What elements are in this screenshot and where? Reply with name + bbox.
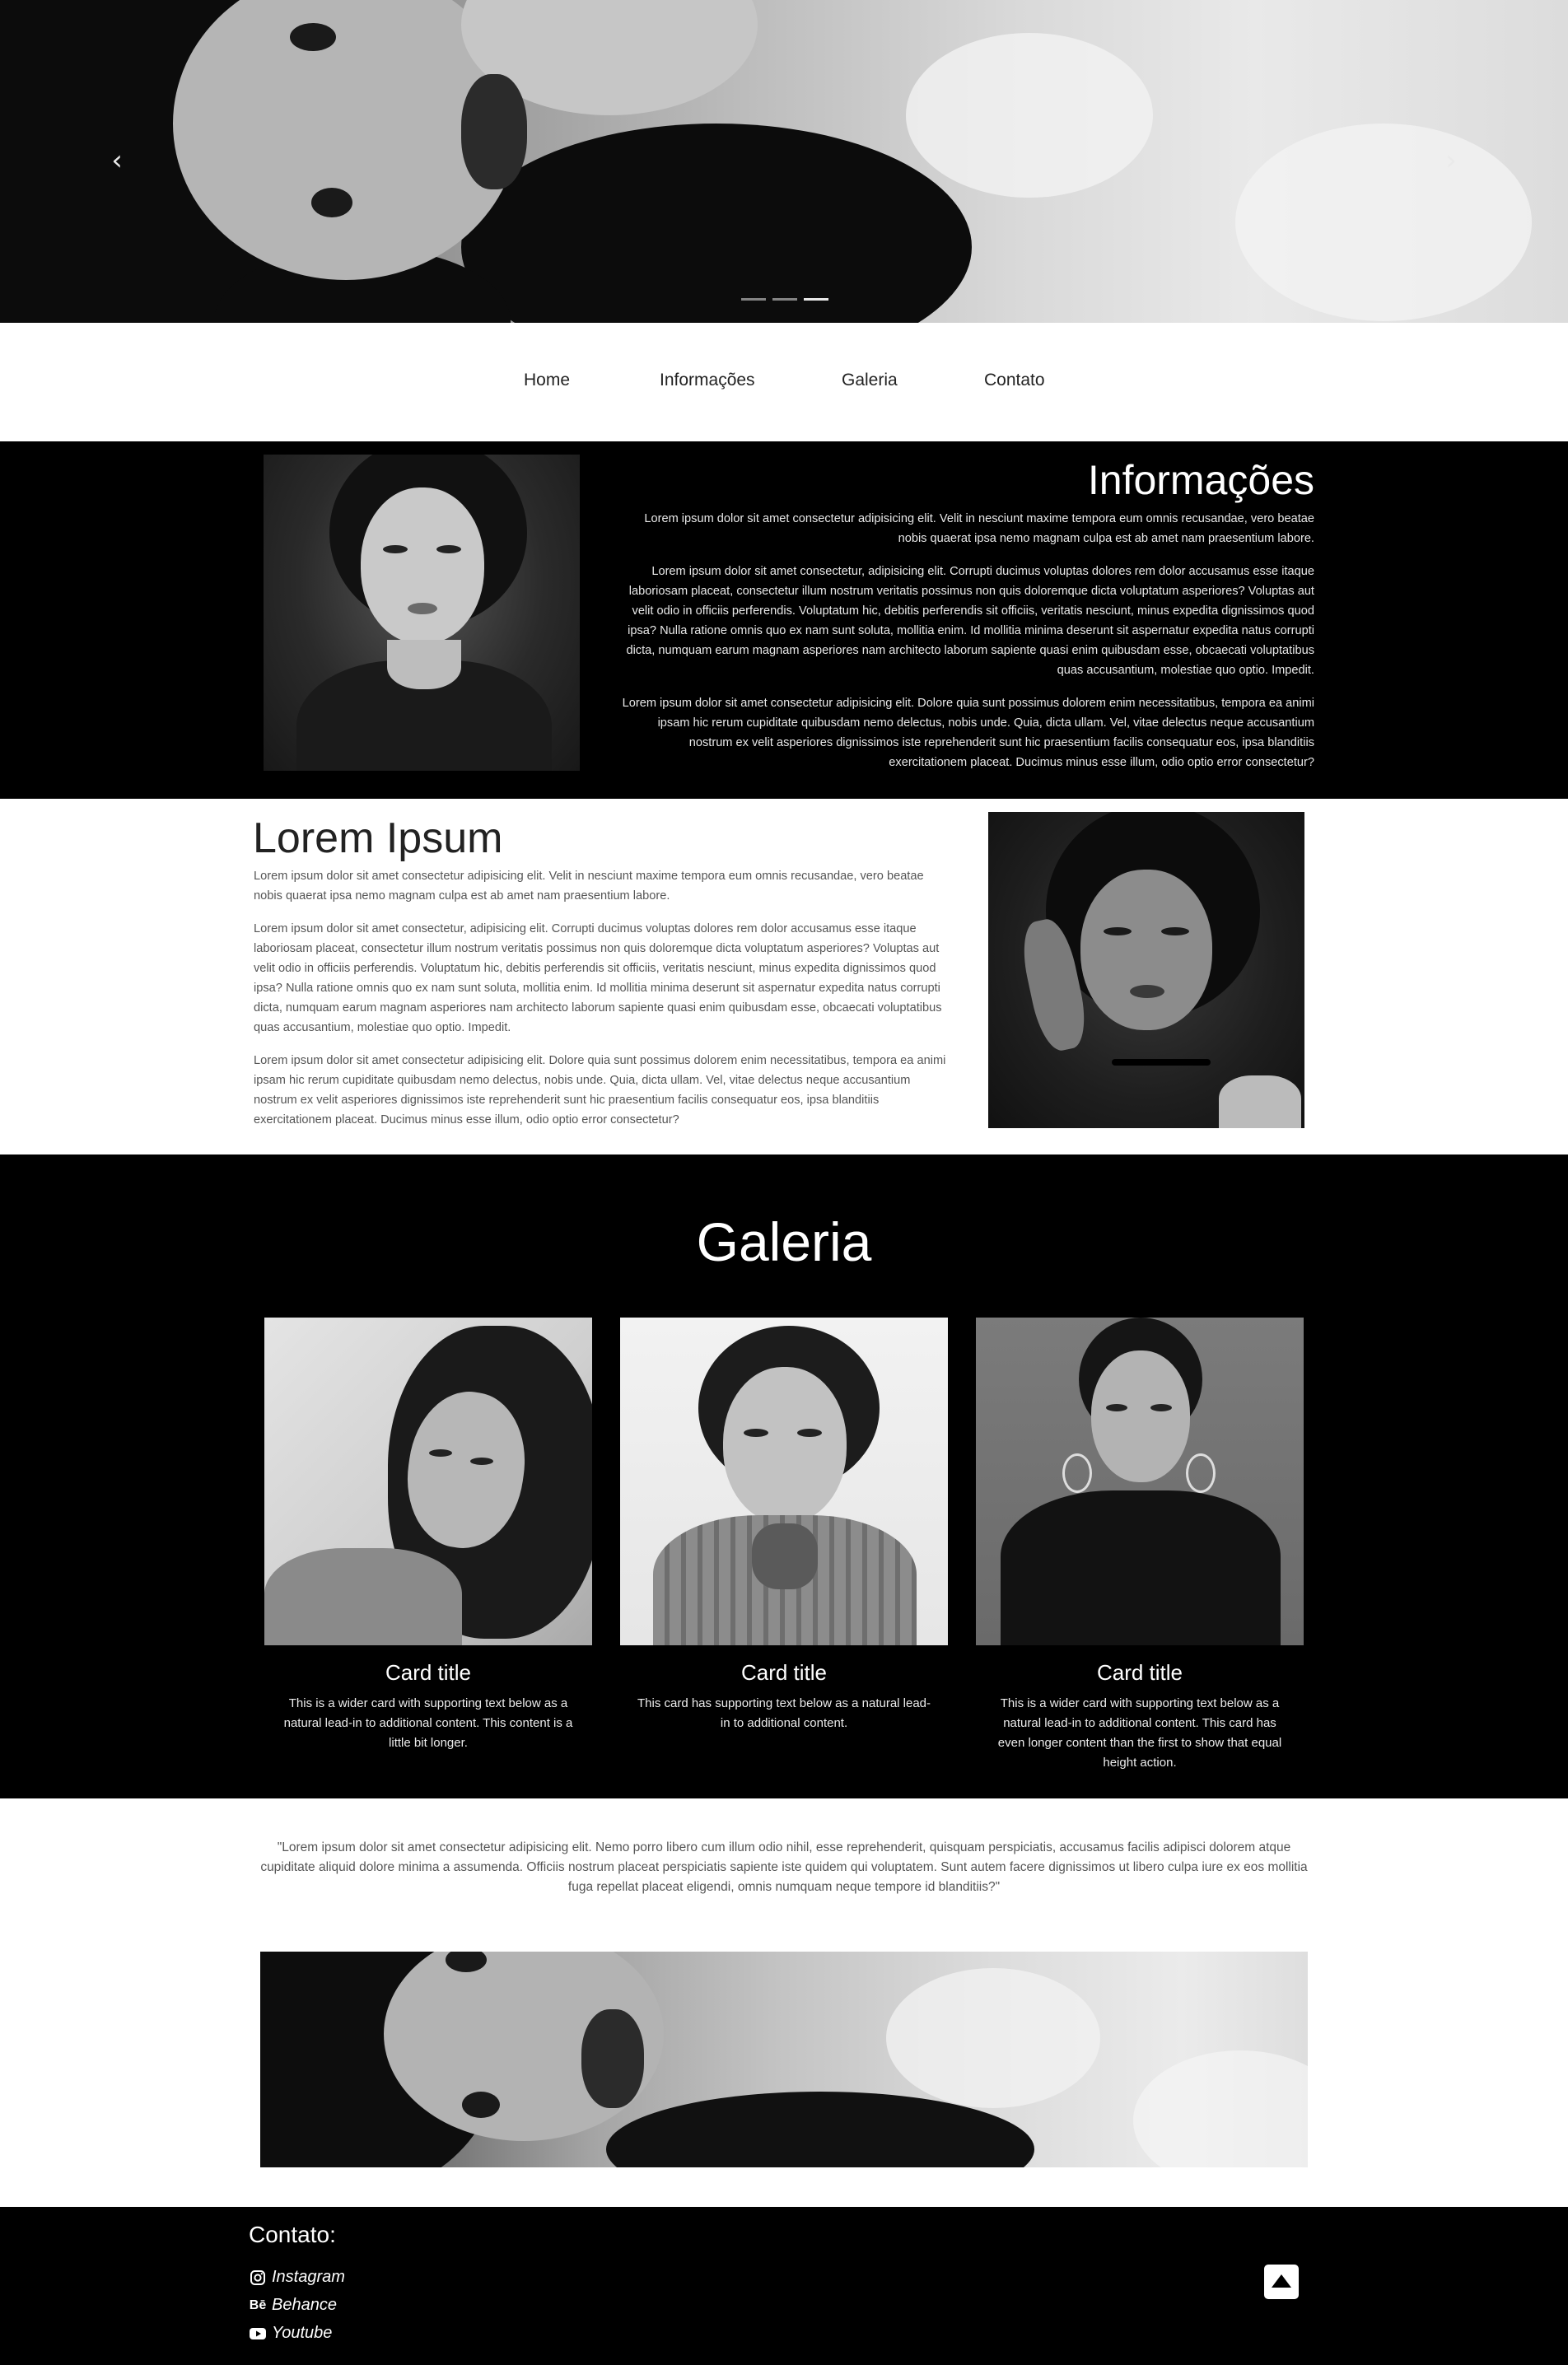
gallery-card-title: Card title (1096, 1660, 1183, 1685)
carousel-indicators (741, 298, 828, 301)
carousel-indicator-1[interactable] (741, 298, 766, 301)
chevron-right-icon: › (1445, 144, 1457, 177)
gallery-card-text: This is a wider card with supporting tex… (997, 1696, 1282, 1770)
nav-home[interactable]: Home (524, 371, 570, 390)
gallery-card-title: Card title (385, 1660, 472, 1685)
lorem-portrait-image (988, 812, 1304, 1128)
info-text: Lorem ipsum dolor sit amet consectetur a… (616, 509, 1314, 786)
carousel-next-button[interactable]: › (1435, 144, 1468, 177)
quote-text: "Lorem ipsum dolor sit amet consectetur … (260, 1840, 1308, 1894)
info-title: Informações (1087, 457, 1314, 503)
gallery-card-title: Card title (740, 1660, 828, 1685)
lorem-paragraph: Lorem ipsum dolor sit amet consectetur, … (254, 922, 942, 1034)
gallery-card-text: This card has supporting text below as a… (637, 1696, 931, 1730)
back-to-top-button[interactable] (1264, 2265, 1299, 2299)
main-nav: Home Informações Galeria Contato (0, 323, 1568, 441)
chevron-left-icon: ‹ (111, 144, 123, 177)
gallery-card-image (264, 1318, 592, 1645)
banner-image (260, 1952, 1308, 2167)
instagram-icon (249, 2269, 267, 2287)
galeria-section: Galeria Card title This is a wider card … (0, 1155, 1568, 1798)
lorem-section: Lorem Ipsum Lorem ipsum dolor sit amet c… (0, 799, 1568, 1155)
footer-title: Contato: (249, 2222, 336, 2247)
info-portrait-image (264, 455, 580, 771)
carousel-prev-button[interactable]: ‹ (100, 144, 133, 177)
gallery-card: Card title This is a wider card with sup… (264, 1318, 592, 1753)
footer-link-behance[interactable]: Bē Behance (249, 2296, 337, 2315)
carousel-indicator-2[interactable] (772, 298, 797, 301)
footer-link-label: Youtube (272, 2324, 333, 2342)
footer-link-youtube[interactable]: Youtube (249, 2324, 332, 2343)
gallery-card: Card title This card has supporting text… (620, 1318, 948, 1733)
arrow-up-icon (1264, 2265, 1299, 2299)
lorem-title: Lorem Ipsum (253, 814, 503, 862)
nav-contato[interactable]: Contato (984, 371, 1045, 390)
info-paragraph: Lorem ipsum dolor sit amet consectetur a… (622, 697, 1314, 769)
info-paragraph: Lorem ipsum dolor sit amet consectetur a… (644, 512, 1314, 545)
lorem-paragraph: Lorem ipsum dolor sit amet consectetur a… (254, 1054, 946, 1127)
info-section: Informações Lorem ipsum dolor sit amet c… (0, 441, 1568, 799)
footer: Contato: Instagram Bē Behance Youtube (0, 2207, 1568, 2365)
footer-link-label: Instagram (272, 2268, 345, 2286)
gallery-card-text: This is a wider card with supporting tex… (283, 1696, 573, 1750)
hero-slide-image (0, 0, 1568, 323)
behance-icon: Bē (249, 2297, 267, 2312)
info-paragraph: Lorem ipsum dolor sit amet consectetur, … (626, 565, 1314, 677)
nav-informacoes[interactable]: Informações (660, 371, 755, 390)
hero-carousel: ‹ › (0, 0, 1568, 323)
footer-link-label: Behance (272, 2296, 337, 2314)
gallery-card-image (620, 1318, 948, 1645)
footer-link-instagram[interactable]: Instagram (249, 2268, 345, 2287)
carousel-indicator-3[interactable] (804, 298, 828, 301)
nav-galeria[interactable]: Galeria (842, 371, 898, 390)
gallery-card-image (976, 1318, 1304, 1645)
galeria-title: Galeria (696, 1211, 872, 1272)
gallery-card: Card title This is a wider card with sup… (976, 1318, 1304, 1773)
lorem-paragraph: Lorem ipsum dolor sit amet consectetur a… (254, 870, 924, 903)
lorem-text: Lorem ipsum dolor sit amet consectetur a… (254, 866, 954, 1143)
youtube-icon (249, 2325, 267, 2343)
